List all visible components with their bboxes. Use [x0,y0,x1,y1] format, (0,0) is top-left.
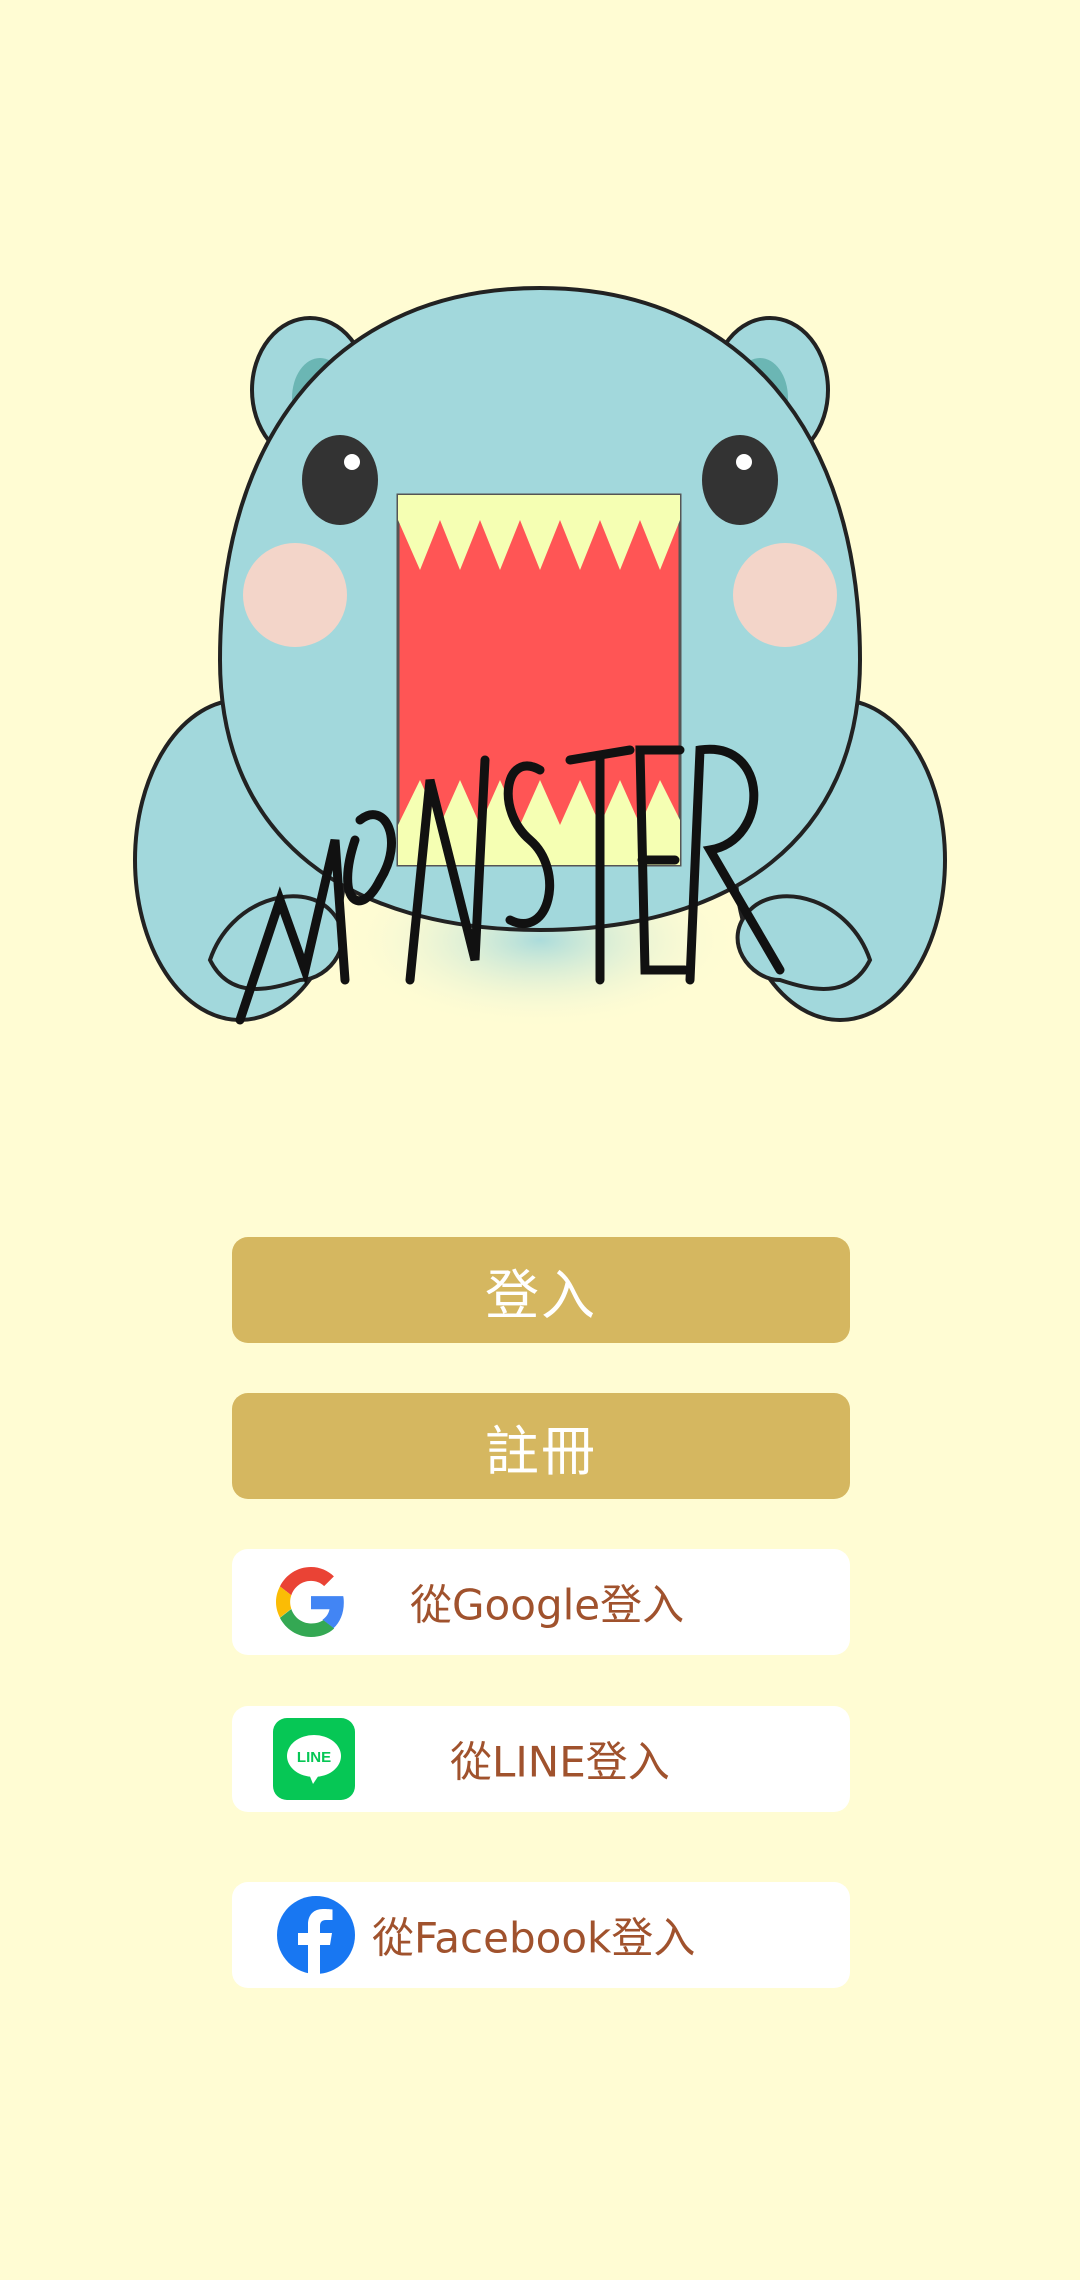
line-icon-text: LINE [297,1749,331,1766]
register-button[interactable]: 註冊 [232,1393,850,1499]
google-login-button[interactable]: 從Google登入 [232,1549,850,1655]
register-button-label: 註冊 [485,1419,597,1483]
facebook-login-label: 從Facebook登入 [372,1913,696,1963]
google-icon [276,1567,344,1637]
google-login-label: 從Google登入 [410,1580,685,1630]
line-login-label: 從LINE登入 [450,1737,670,1787]
login-button[interactable]: 登入 [232,1237,850,1343]
line-login-button[interactable]: LINE 從LINE登入 [232,1706,850,1812]
facebook-login-button[interactable]: 從Facebook登入 [232,1882,850,1988]
login-button-label: 登入 [485,1263,597,1327]
monster-mascot-icon [133,285,947,1030]
line-icon: LINE [273,1718,355,1800]
facebook-icon [277,1896,355,1975]
